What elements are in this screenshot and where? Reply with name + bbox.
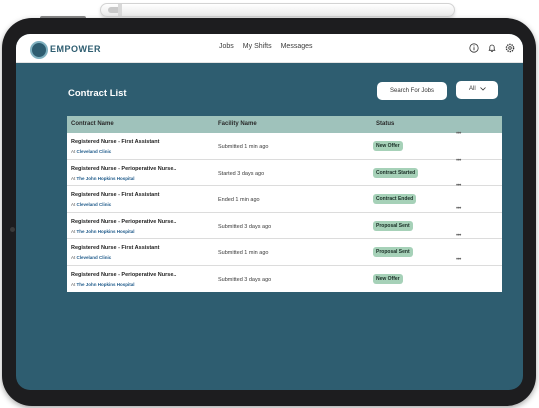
stylus-tip	[108, 7, 118, 13]
filter-selected-value: All	[469, 86, 476, 92]
nav-link-messages[interactable]: Messages	[281, 43, 313, 50]
nav-link-my-shifts[interactable]: My Shifts	[243, 43, 272, 50]
front-camera	[10, 227, 15, 232]
more-options-icon[interactable]: •••	[456, 233, 461, 239]
brand-logo-icon[interactable]	[30, 41, 48, 59]
table-row[interactable]: Registered Nurse - First Assistant At Cl…	[67, 233, 502, 266]
table-row[interactable]: Registered Nurse - Perioperative Nurse..…	[67, 206, 502, 239]
bell-icon[interactable]	[487, 43, 497, 53]
at-label: At	[71, 228, 76, 234]
more-options-icon[interactable]: •••	[456, 257, 461, 263]
top-nav: EMPOWER Jobs My Shifts Messages	[16, 34, 523, 63]
brand-name[interactable]: EMPOWER	[50, 44, 101, 54]
nav-link-jobs[interactable]: Jobs	[219, 43, 234, 50]
contract-name[interactable]: Registered Nurse - Perioperative Nurse..	[71, 272, 176, 278]
contract-name[interactable]: Registered Nurse - First Assistant	[71, 192, 159, 198]
chevron-down-icon	[480, 87, 486, 91]
contract-date: Submitted 1 min ago	[218, 250, 269, 256]
at-label: At	[71, 149, 76, 154]
at-label: At	[71, 202, 76, 207]
contract-name[interactable]: Registered Nurse - First Assistant	[71, 245, 159, 251]
facility-link[interactable]: The John Hopkins Hospital	[77, 282, 135, 287]
nav-actions	[469, 43, 515, 53]
contract-date: Submitted 3 days ago	[218, 223, 272, 230]
column-header-contract-name: Contract Name	[71, 121, 114, 127]
facility-link[interactable]: Cleveland Clinic	[77, 255, 112, 260]
contract-date: Started 3 days ago	[218, 170, 265, 177]
contract-name[interactable]: Registered Nurse - First Assistant	[71, 139, 159, 145]
status-badge: Proposal Sent	[373, 247, 413, 257]
facility-link[interactable]: Cleveland Clinic	[77, 202, 112, 207]
at-label: At	[71, 281, 76, 287]
column-header-status: Status	[376, 121, 395, 127]
contract-facility-line: At Cleveland Clinic	[71, 255, 111, 260]
app-screen: EMPOWER Jobs My Shifts Messages Contract…	[16, 34, 523, 390]
contract-facility-line: At The John Hopkins Hospital	[71, 176, 135, 181]
contract-table: Contract Name Facility Name Status Regis…	[67, 116, 502, 292]
info-icon[interactable]	[469, 43, 479, 53]
gear-icon[interactable]	[505, 43, 515, 53]
status-badge: New Offer	[373, 141, 403, 151]
contract-facility-line: At Cleveland Clinic	[71, 202, 111, 207]
contract-name[interactable]: Registered Nurse - Perioperative Nurse..	[71, 166, 176, 172]
stylus-band	[118, 4, 122, 16]
nav-links: Jobs My Shifts Messages	[219, 43, 313, 50]
contract-facility-line: At Cleveland Clinic	[71, 149, 111, 154]
contract-facility-line: At The John Hopkins Hospital	[71, 229, 135, 234]
table-header: Contract Name Facility Name Status	[67, 116, 502, 133]
search-jobs-button[interactable]: Search For Jobs	[377, 82, 447, 100]
status-badge: Proposal Sent	[373, 220, 413, 231]
table-row[interactable]: Registered Nurse - First Assistant At Cl…	[67, 131, 502, 160]
at-label: At	[71, 175, 76, 181]
more-options-icon[interactable]: •••	[456, 131, 461, 137]
contract-facility-line: At The John Hopkins Hospital	[71, 282, 135, 287]
contract-name[interactable]: Registered Nurse - Perioperative Nurse..	[71, 219, 176, 225]
status-filter-dropdown[interactable]: All	[456, 81, 498, 99]
facility-link[interactable]: Cleveland Clinic	[77, 149, 112, 154]
status-badge: Contract Started	[373, 167, 419, 178]
more-options-icon[interactable]: •••	[456, 158, 461, 164]
stylus-pencil	[100, 3, 455, 17]
contract-date: Submitted 3 days ago	[218, 276, 272, 283]
facility-link[interactable]: The John Hopkins Hospital	[77, 176, 135, 181]
facility-link[interactable]: The John Hopkins Hospital	[77, 229, 135, 234]
contract-date: Submitted 1 min ago	[218, 144, 269, 150]
at-label: At	[71, 255, 76, 260]
status-badge: New Offer	[373, 273, 403, 284]
table-row[interactable]: Registered Nurse - Perioperative Nurse..…	[67, 257, 502, 292]
contract-date: Ended 1 min ago	[218, 197, 260, 203]
column-header-facility-name: Facility Name	[218, 121, 257, 127]
table-row[interactable]: Registered Nurse - First Assistant At Cl…	[67, 183, 502, 213]
table-row[interactable]: Registered Nurse - Perioperative Nurse..…	[67, 158, 502, 186]
status-badge: Contract Ended	[373, 194, 417, 204]
page-title: Contract List	[68, 88, 127, 99]
more-options-icon[interactable]: •••	[456, 183, 461, 189]
more-options-icon[interactable]: •••	[456, 206, 461, 212]
